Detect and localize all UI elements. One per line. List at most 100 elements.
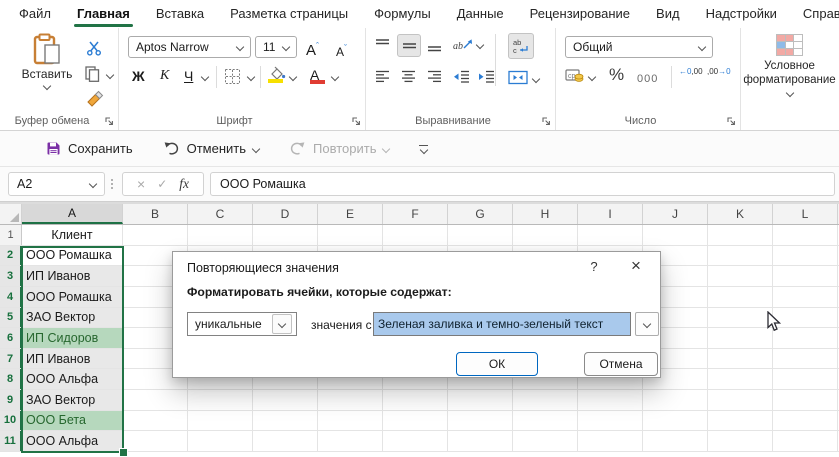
align-middle-button[interactable] <box>397 34 421 57</box>
format-painter-button[interactable] <box>86 90 104 108</box>
column-header-F[interactable]: F <box>383 204 448 224</box>
cut-button[interactable] <box>86 40 102 56</box>
tab-data[interactable]: Данные <box>444 0 517 28</box>
column-header-E[interactable]: E <box>318 204 383 224</box>
tab-file[interactable]: Файл <box>6 0 64 28</box>
cell-A3[interactable]: ИП Иванов <box>22 266 123 286</box>
rule-type-select[interactable]: уникальные <box>187 312 297 336</box>
fill-color-button[interactable] <box>268 66 286 83</box>
column-header-H[interactable]: H <box>513 204 578 224</box>
cell-A1[interactable]: Клиент <box>22 225 123 245</box>
cell-A10[interactable]: ООО Бета <box>22 410 123 431</box>
ok-button[interactable]: ОК <box>456 352 538 376</box>
tab-review[interactable]: Рецензирование <box>517 0 643 28</box>
borders-button[interactable] <box>224 68 241 85</box>
row-header-7[interactable]: 7 <box>0 348 22 369</box>
increase-indent-button[interactable] <box>478 70 495 83</box>
fill-handle[interactable] <box>119 448 128 457</box>
decrease-indent-button[interactable] <box>453 70 470 83</box>
row-header-9[interactable]: 9 <box>0 390 22 410</box>
tab-help[interactable]: Справка <box>790 0 839 28</box>
toolbar-overflow-button[interactable] <box>419 144 429 154</box>
column-header-K[interactable]: K <box>708 204 773 224</box>
wrap-text-button[interactable]: ab c <box>508 33 534 59</box>
conditional-formatting-button[interactable]: Условное форматирование <box>740 34 839 98</box>
dialog-launcher-icon[interactable] <box>541 116 551 126</box>
dialog-launcher-icon[interactable] <box>726 116 736 126</box>
italic-button[interactable]: К <box>160 66 169 86</box>
row-header-1[interactable]: 1 <box>0 225 22 245</box>
redo-button[interactable]: Повторить <box>289 141 391 156</box>
column-header-A[interactable]: A <box>22 204 123 224</box>
cell-A8[interactable]: ООО Альфа <box>22 369 123 389</box>
chevron-down-icon[interactable] <box>288 72 298 82</box>
tab-addins[interactable]: Надстройки <box>693 0 790 28</box>
column-header-J[interactable]: J <box>643 204 708 224</box>
tab-formulas[interactable]: Формулы <box>361 0 444 28</box>
number-format-combo[interactable]: Общий <box>565 36 713 58</box>
align-top-button[interactable] <box>375 38 390 51</box>
row-header-4[interactable]: 4 <box>0 286 22 307</box>
cell-A5[interactable]: ЗАО Вектор <box>22 307 123 328</box>
cell-A7[interactable]: ИП Иванов <box>22 348 123 369</box>
orientation-button[interactable]: ab <box>453 36 473 52</box>
percent-style-button[interactable]: % <box>609 65 624 85</box>
format-style-chevron-button[interactable] <box>635 312 659 336</box>
chevron-down-icon[interactable] <box>531 74 541 84</box>
row-header-3[interactable]: 3 <box>0 266 22 286</box>
formula-input[interactable]: ООО Ромашка <box>210 172 835 196</box>
row-header-5[interactable]: 5 <box>0 307 22 328</box>
merge-center-button[interactable] <box>508 70 528 85</box>
save-button[interactable]: Сохранить <box>46 141 133 156</box>
column-header-C[interactable]: C <box>188 204 253 224</box>
font-size-combo[interactable]: 11 <box>255 36 297 58</box>
chevron-down-icon[interactable] <box>330 72 340 82</box>
insert-function-icon[interactable]: fx <box>179 176 189 192</box>
row-header-10[interactable]: 10 <box>0 410 22 431</box>
chevron-down-icon[interactable] <box>246 72 256 82</box>
chevron-down-icon[interactable] <box>475 40 485 50</box>
tab-view[interactable]: Вид <box>643 0 693 28</box>
tab-insert[interactable]: Вставка <box>143 0 217 28</box>
comma-style-button[interactable]: 000 <box>637 69 658 89</box>
chevron-down-icon[interactable] <box>200 72 210 82</box>
column-header-B[interactable]: B <box>123 204 188 224</box>
font-name-combo[interactable]: Aptos Narrow <box>128 36 251 58</box>
decrease-font-button[interactable]: Аˇ <box>336 38 347 62</box>
select-all-corner[interactable] <box>0 204 22 224</box>
row-header-11[interactable]: 11 <box>0 431 22 451</box>
name-box[interactable]: A2 <box>8 172 105 196</box>
cancel-entry-icon[interactable]: × <box>137 176 145 192</box>
cancel-button[interactable]: Отмена <box>584 352 658 376</box>
cell-A4[interactable]: ООО Ромашка <box>22 286 123 307</box>
close-icon[interactable]: × <box>626 256 646 276</box>
align-left-button[interactable] <box>375 70 390 83</box>
tab-home[interactable]: Главная <box>64 0 143 28</box>
underline-button[interactable]: Ч <box>184 66 193 86</box>
dialog-launcher-icon[interactable] <box>104 116 114 126</box>
row-header-6[interactable]: 6 <box>0 328 22 348</box>
row-header-8[interactable]: 8 <box>0 369 22 389</box>
cell-A2[interactable]: ООО Ромашка <box>22 245 123 266</box>
align-right-button[interactable] <box>427 70 442 83</box>
column-header-I[interactable]: I <box>578 204 643 224</box>
align-bottom-button[interactable] <box>427 40 442 53</box>
dialog-launcher-icon[interactable] <box>351 116 361 126</box>
confirm-entry-icon[interactable]: ✓ <box>157 177 167 191</box>
increase-font-button[interactable]: Аˆ <box>306 36 319 61</box>
font-color-button[interactable]: А <box>310 65 325 85</box>
align-center-button[interactable] <box>401 70 416 83</box>
help-button[interactable]: ? <box>586 259 602 274</box>
chevron-down-icon[interactable] <box>587 72 597 82</box>
column-header-D[interactable]: D <box>253 204 318 224</box>
column-header-G[interactable]: G <box>448 204 513 224</box>
cell-A6[interactable]: ИП Сидоров <box>22 328 123 348</box>
cell-A9[interactable]: ЗАО Вектор <box>22 390 123 410</box>
copy-button[interactable] <box>84 66 100 82</box>
chevron-down-icon[interactable] <box>105 70 115 80</box>
cell-A11[interactable]: ООО Альфа <box>22 431 123 451</box>
undo-button[interactable]: Отменить <box>163 141 261 156</box>
formula-bar-grip[interactable] <box>111 179 113 189</box>
format-style-combo[interactable]: Зеленая заливка и темно-зеленый текст <box>373 312 631 336</box>
increase-decimal-button[interactable]: ←0 ,00 <box>679 68 703 76</box>
